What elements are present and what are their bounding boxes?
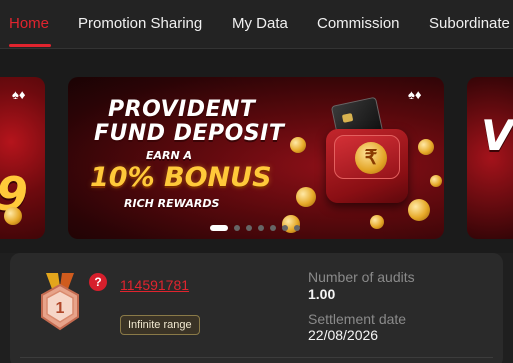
audit-card: 1 ? 114591781 Infinite range Number of a… [10, 253, 503, 363]
carousel-dot[interactable] [258, 225, 264, 231]
tab-home[interactable]: Home [9, 15, 49, 32]
top-nav: Home Promotion Sharing My Data Commissio… [0, 0, 513, 48]
carousel-dot[interactable] [282, 225, 288, 231]
banner-slide-next[interactable]: V [467, 77, 513, 239]
active-tab-indicator [9, 44, 51, 47]
user-id-link[interactable]: 114591781 [120, 277, 189, 293]
rupee-icon: ₹ [355, 142, 387, 174]
coin-icon [4, 207, 22, 225]
banner-slide-previous[interactable]: 9 ♠♦ [0, 77, 45, 239]
coin-icon [418, 139, 434, 155]
coin-icon [370, 215, 384, 229]
settlement-label: Settlement date [308, 311, 407, 327]
coin-icon [290, 137, 306, 153]
banner-slide-provident-fund[interactable]: PROVIDENT FUND DEPOSIT EARN A 10% BONUS … [68, 77, 444, 239]
audits-label: Number of audits [308, 269, 415, 285]
range-badge: Infinite range [120, 315, 200, 335]
carousel-dot-active[interactable] [210, 225, 228, 231]
banner-bonus: 10% BONUS [90, 162, 272, 193]
help-icon[interactable]: ? [89, 273, 107, 291]
carousel-dot[interactable] [246, 225, 252, 231]
banner-tagline: RICH REWARDS [124, 197, 220, 210]
banner-carousel[interactable]: 9 ♠♦ PROVIDENT FUND DEPOSIT EARN A 10% B… [0, 49, 513, 253]
coin-icon [296, 187, 316, 207]
rank-medal-icon: 1 [41, 273, 79, 331]
cards-icon: ♠♦ [408, 87, 422, 102]
banner-title-line1: PROVIDENT [108, 97, 256, 122]
carousel-dot[interactable] [270, 225, 276, 231]
tab-my-data[interactable]: My Data [232, 15, 288, 32]
wallet-flap: ₹ [334, 135, 400, 179]
carousel-dot[interactable] [294, 225, 300, 231]
tab-commission[interactable]: Commission [317, 15, 400, 32]
coin-icon [430, 175, 442, 187]
banner-subtitle: EARN A [146, 149, 193, 162]
carousel-dot[interactable] [234, 225, 240, 231]
banner-next-letter: V [481, 111, 513, 160]
tab-promotion-sharing[interactable]: Promotion Sharing [78, 15, 202, 32]
wallet-icon: ₹ [326, 129, 408, 203]
banner-title-line2: FUND DEPOSIT [94, 121, 285, 146]
panel-divider [20, 357, 493, 358]
audits-value: 1.00 [308, 286, 336, 302]
rank-number: 1 [56, 300, 65, 317]
settlement-value: 22/08/2026 [308, 327, 379, 343]
card-chip [341, 112, 354, 123]
cards-icon: ♠♦ [12, 87, 26, 102]
tab-subordinate[interactable]: Subordinate [429, 15, 510, 32]
coin-icon [408, 199, 430, 221]
